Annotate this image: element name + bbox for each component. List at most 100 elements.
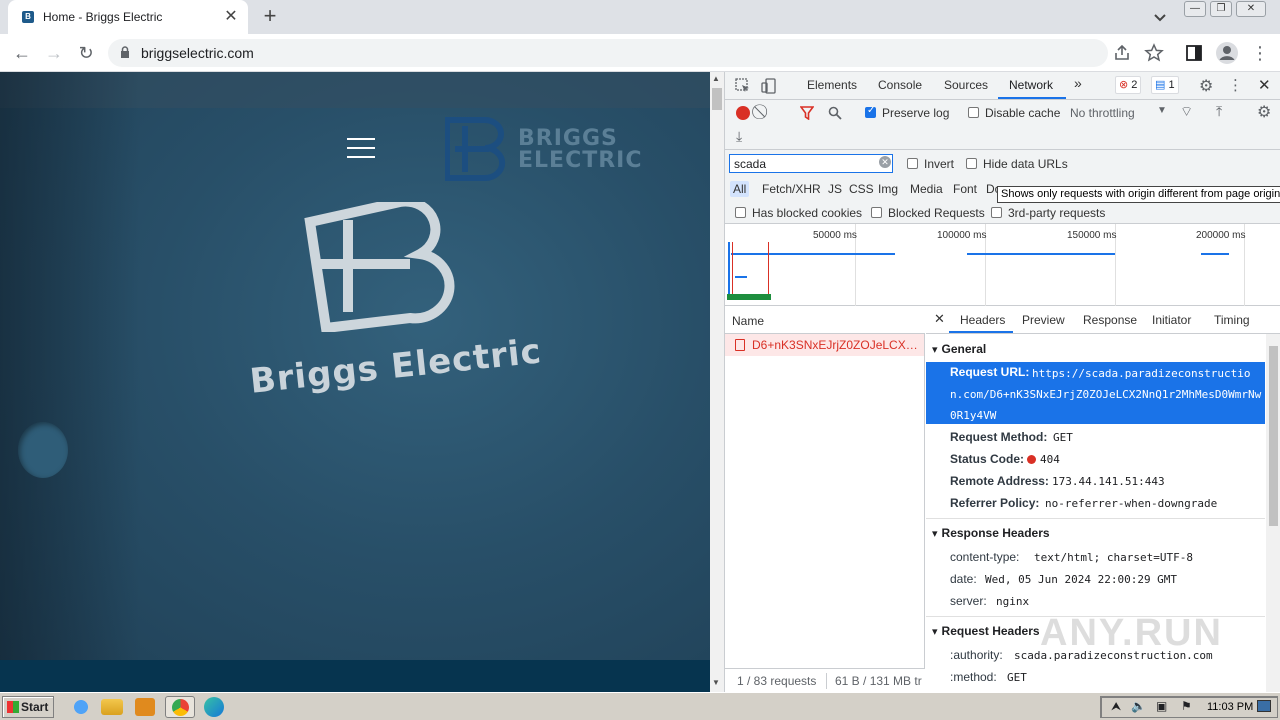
type-js[interactable]: JS bbox=[825, 181, 845, 197]
tab-timing[interactable]: Timing bbox=[1214, 313, 1250, 327]
timeline-marker-blue bbox=[728, 242, 730, 300]
network-icon[interactable]: ▣ bbox=[1156, 699, 1167, 713]
network-overview-timeline[interactable]: 50000 ms 100000 ms 150000 ms 200000 ms bbox=[725, 224, 1280, 306]
timeline-marker-red bbox=[768, 242, 769, 300]
scroll-up-arrow-icon[interactable]: ▲ bbox=[712, 74, 720, 83]
has-blocked-cookies-checkbox[interactable] bbox=[735, 207, 746, 218]
page-scrollbar[interactable]: ▲ ▼ bbox=[710, 72, 724, 692]
devtools-menu-icon[interactable]: ⋮ bbox=[1228, 76, 1243, 94]
detail-scroll-thumb[interactable] bbox=[1269, 346, 1278, 526]
tab-sources[interactable]: Sources bbox=[944, 78, 988, 92]
tab-preview[interactable]: Preview bbox=[1022, 313, 1065, 327]
browser-toolbar: ← → ↻ briggselectric.com ⋮ bbox=[0, 34, 1280, 72]
record-icon[interactable] bbox=[736, 106, 750, 120]
settings-gear-icon[interactable]: ⚙ bbox=[1199, 76, 1213, 96]
filter-input[interactable]: scada bbox=[729, 154, 893, 173]
hamburger-menu-icon[interactable] bbox=[347, 138, 375, 158]
tab-initiator[interactable]: Initiator bbox=[1152, 313, 1191, 327]
flag-notification-icon[interactable]: ⚑ bbox=[1181, 699, 1192, 713]
blocked-requests-checkbox[interactable] bbox=[871, 207, 882, 218]
filter-funnel-icon[interactable] bbox=[800, 106, 814, 120]
start-button[interactable]: Start bbox=[2, 696, 54, 718]
preserve-log-checkbox[interactable] bbox=[865, 105, 876, 118]
side-panel-icon[interactable] bbox=[1184, 43, 1204, 63]
media-player-icon[interactable] bbox=[135, 698, 155, 716]
tab-console[interactable]: Console bbox=[878, 78, 922, 92]
transfer-size-text: 61 B / 131 MB tr bbox=[835, 674, 922, 688]
type-media[interactable]: Media bbox=[907, 181, 946, 197]
type-fetch-xhr[interactable]: Fetch/XHR bbox=[759, 181, 824, 197]
new-tab-button[interactable]: + bbox=[258, 5, 282, 29]
tab-close-icon[interactable]: ✕ bbox=[222, 8, 240, 26]
error-count-badge[interactable]: ⊗ 2 bbox=[1115, 76, 1142, 94]
kebab-menu-icon[interactable]: ⋮ bbox=[1248, 41, 1272, 65]
type-img[interactable]: Img bbox=[875, 181, 901, 197]
inspect-element-icon[interactable] bbox=[735, 78, 751, 94]
detail-scrollbar[interactable] bbox=[1266, 334, 1280, 692]
profile-avatar-icon[interactable] bbox=[1215, 41, 1239, 65]
clear-filter-icon[interactable]: ✕ bbox=[879, 156, 891, 168]
bookmark-star-icon[interactable] bbox=[1144, 43, 1164, 63]
network-settings-gear-icon[interactable]: ⚙ bbox=[1257, 102, 1271, 122]
taskbar-clock[interactable]: 11:03 PM bbox=[1207, 701, 1253, 713]
back-arrow-icon[interactable]: ← bbox=[10, 41, 34, 65]
reload-icon[interactable]: ↻ bbox=[74, 41, 98, 65]
status-code-key: Status Code: bbox=[950, 452, 1025, 466]
message-count: 1 bbox=[1168, 79, 1175, 91]
name-column-header[interactable]: Name bbox=[732, 314, 764, 328]
type-css[interactable]: CSS bbox=[846, 181, 877, 197]
edge-icon[interactable] bbox=[204, 697, 224, 717]
network-status-bar: 1 / 83 requests 61 B / 131 MB tr bbox=[725, 668, 925, 692]
timeline-bar bbox=[1201, 253, 1229, 255]
disable-cache-checkbox[interactable] bbox=[968, 107, 979, 118]
type-all[interactable]: All bbox=[730, 181, 750, 197]
message-count-badge[interactable]: ▤ 1 bbox=[1151, 76, 1179, 94]
tab-network[interactable]: Network bbox=[1009, 78, 1053, 92]
request-list: Name D6+nK3SNxEJrjZ0ZOJeLCX2N... 1 / 83 … bbox=[725, 306, 925, 692]
tab-search-chevron-icon[interactable] bbox=[1150, 7, 1170, 27]
throttling-dropdown-arrow-icon[interactable]: ▼ bbox=[1157, 105, 1167, 116]
request-url-row[interactable]: Request URL: https://scada.paradizeconst… bbox=[926, 362, 1265, 424]
general-section-header[interactable]: General bbox=[932, 342, 987, 356]
browser-tab-active[interactable]: B Home - Briggs Electric ✕ bbox=[8, 0, 248, 34]
close-detail-icon[interactable]: ✕ bbox=[934, 311, 945, 327]
tab-response[interactable]: Response bbox=[1083, 313, 1137, 327]
third-party-requests-checkbox[interactable] bbox=[991, 207, 1002, 218]
restore-window-button[interactable]: ❐ bbox=[1210, 1, 1232, 17]
close-window-button[interactable]: ✕ bbox=[1236, 1, 1266, 17]
response-headers-section-header[interactable]: Response Headers bbox=[932, 526, 1050, 540]
timeline-tick: 50000 ms bbox=[813, 230, 857, 241]
type-font[interactable]: Font bbox=[950, 181, 980, 197]
throttling-select[interactable]: No throttling bbox=[1070, 106, 1135, 120]
tab-elements[interactable]: Elements bbox=[807, 78, 857, 92]
search-icon[interactable] bbox=[828, 106, 842, 120]
request-row[interactable]: D6+nK3SNxEJrjZ0ZOJeLCX2N... bbox=[725, 334, 924, 356]
forward-arrow-icon[interactable]: → bbox=[42, 41, 66, 65]
more-tabs-button[interactable]: » bbox=[1074, 75, 1082, 91]
minimize-window-button[interactable]: — bbox=[1184, 1, 1206, 17]
file-explorer-icon[interactable] bbox=[101, 699, 123, 715]
chrome-icon bbox=[172, 699, 189, 716]
referrer-policy-value: no-referrer-when-downgrade bbox=[1045, 497, 1218, 510]
volume-icon[interactable]: 🔈 bbox=[1131, 699, 1146, 713]
import-har-icon[interactable]: ⤒ bbox=[1216, 103, 1222, 120]
request-headers-section-header[interactable]: Request Headers bbox=[932, 624, 1040, 638]
share-icon[interactable] bbox=[1112, 43, 1132, 63]
device-toolbar-icon[interactable] bbox=[761, 78, 777, 94]
status-divider bbox=[826, 673, 827, 689]
filter-row: scada ✕ Invert Hide data URLs bbox=[725, 150, 1280, 178]
chrome-taskbar-button[interactable] bbox=[165, 696, 195, 718]
scroll-down-arrow-icon[interactable]: ▼ bbox=[712, 678, 720, 687]
invert-checkbox[interactable] bbox=[907, 158, 918, 169]
tab-headers[interactable]: Headers bbox=[960, 313, 1005, 327]
network-conditions-icon[interactable]: ⌔ bbox=[1180, 103, 1193, 121]
tray-expand-icon[interactable]: ⮝ bbox=[1111, 699, 1121, 714]
request-method-value: GET bbox=[1053, 431, 1073, 444]
export-har-icon[interactable]: ⤓ bbox=[736, 128, 742, 145]
page-scroll-thumb[interactable] bbox=[712, 88, 722, 110]
hide-data-urls-checkbox[interactable] bbox=[966, 158, 977, 169]
close-devtools-icon[interactable]: ✕ bbox=[1258, 76, 1271, 94]
address-bar[interactable]: briggselectric.com bbox=[108, 39, 1108, 67]
internet-explorer-icon[interactable] bbox=[68, 696, 94, 718]
show-desktop-icon[interactable] bbox=[1257, 700, 1271, 712]
